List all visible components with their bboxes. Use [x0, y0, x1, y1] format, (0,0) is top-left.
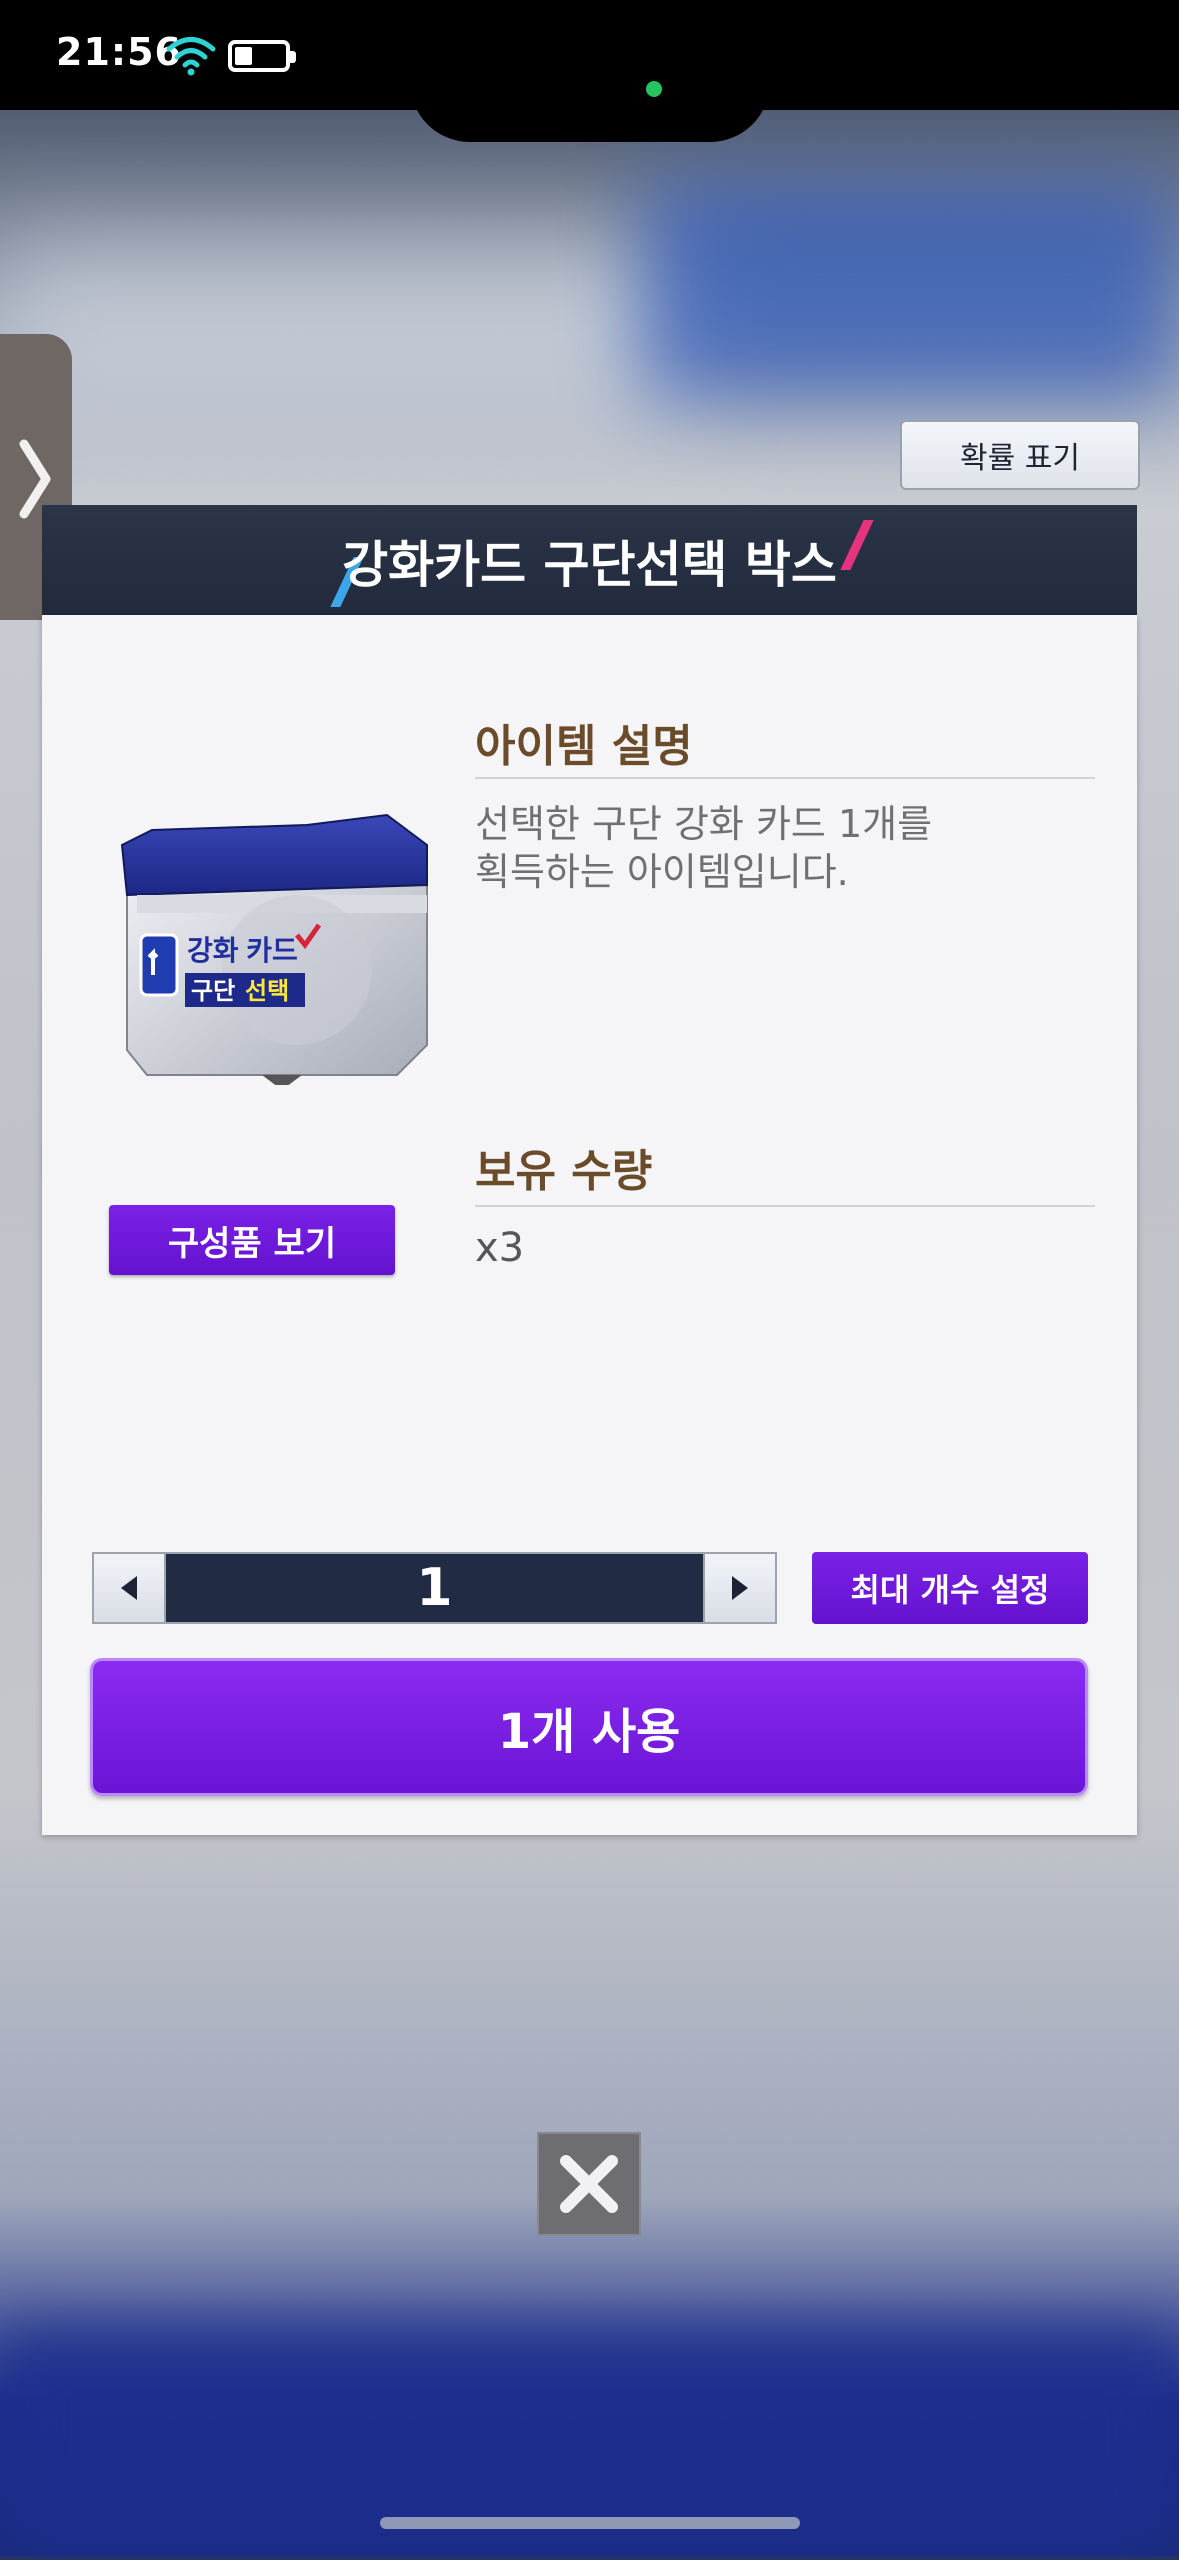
home-indicator[interactable] [380, 2517, 800, 2529]
divider [475, 1205, 1095, 1207]
close-icon [560, 2155, 618, 2213]
set-max-quantity-button[interactable]: 최대 개수 설정 [812, 1552, 1088, 1624]
dialog-title: 강화카드 구단선택 박스 [342, 536, 837, 594]
wifi-icon [166, 37, 216, 76]
background-blur [640, 180, 1179, 400]
view-components-button[interactable]: 구성품 보기 [109, 1205, 395, 1275]
description-title: 아이템 설명 [475, 721, 693, 772]
decrement-button[interactable] [94, 1554, 166, 1622]
item-box-label-select: 선택 [245, 978, 289, 1005]
background-blur [0, 240, 700, 420]
owned-quantity-value: x3 [475, 1225, 525, 1271]
triangle-left-icon [121, 1576, 137, 1600]
dialog-header: 강화카드 구단선택 박스 [42, 505, 1137, 615]
battery-icon [228, 40, 296, 72]
use-item-button[interactable]: 1개 사용 [90, 1658, 1088, 1796]
close-button[interactable] [537, 2132, 641, 2236]
item-box-label-team: 구단 [191, 978, 235, 1005]
triangle-right-icon [732, 1576, 748, 1600]
camera-indicator [646, 81, 662, 97]
quantity-stepper: 1 [92, 1552, 777, 1624]
item-description: 선택한 구단 강화 카드 1개를 획득하는 아이템입니다. [475, 802, 933, 894]
camera-notch [410, 0, 770, 142]
owned-quantity-title: 보유 수량 [475, 1146, 653, 1197]
quantity-value[interactable]: 1 [164, 1554, 705, 1622]
battery-level [235, 47, 252, 65]
status-time: 21:56 [56, 30, 182, 74]
item-box-icon: 강화 카드 구단 선택 [120, 813, 428, 1085]
divider [475, 777, 1095, 779]
probability-button[interactable]: 확률 표기 [900, 420, 1140, 490]
status-bar: 21:56 [0, 0, 1179, 142]
increment-button[interactable] [703, 1554, 775, 1622]
item-box-label-top: 강화 카드 [187, 935, 298, 966]
item-dialog: 강화 카드 구단 선택 구성품 보기 아이템 설명 선택한 구단 강화 카드 1… [42, 615, 1137, 1835]
